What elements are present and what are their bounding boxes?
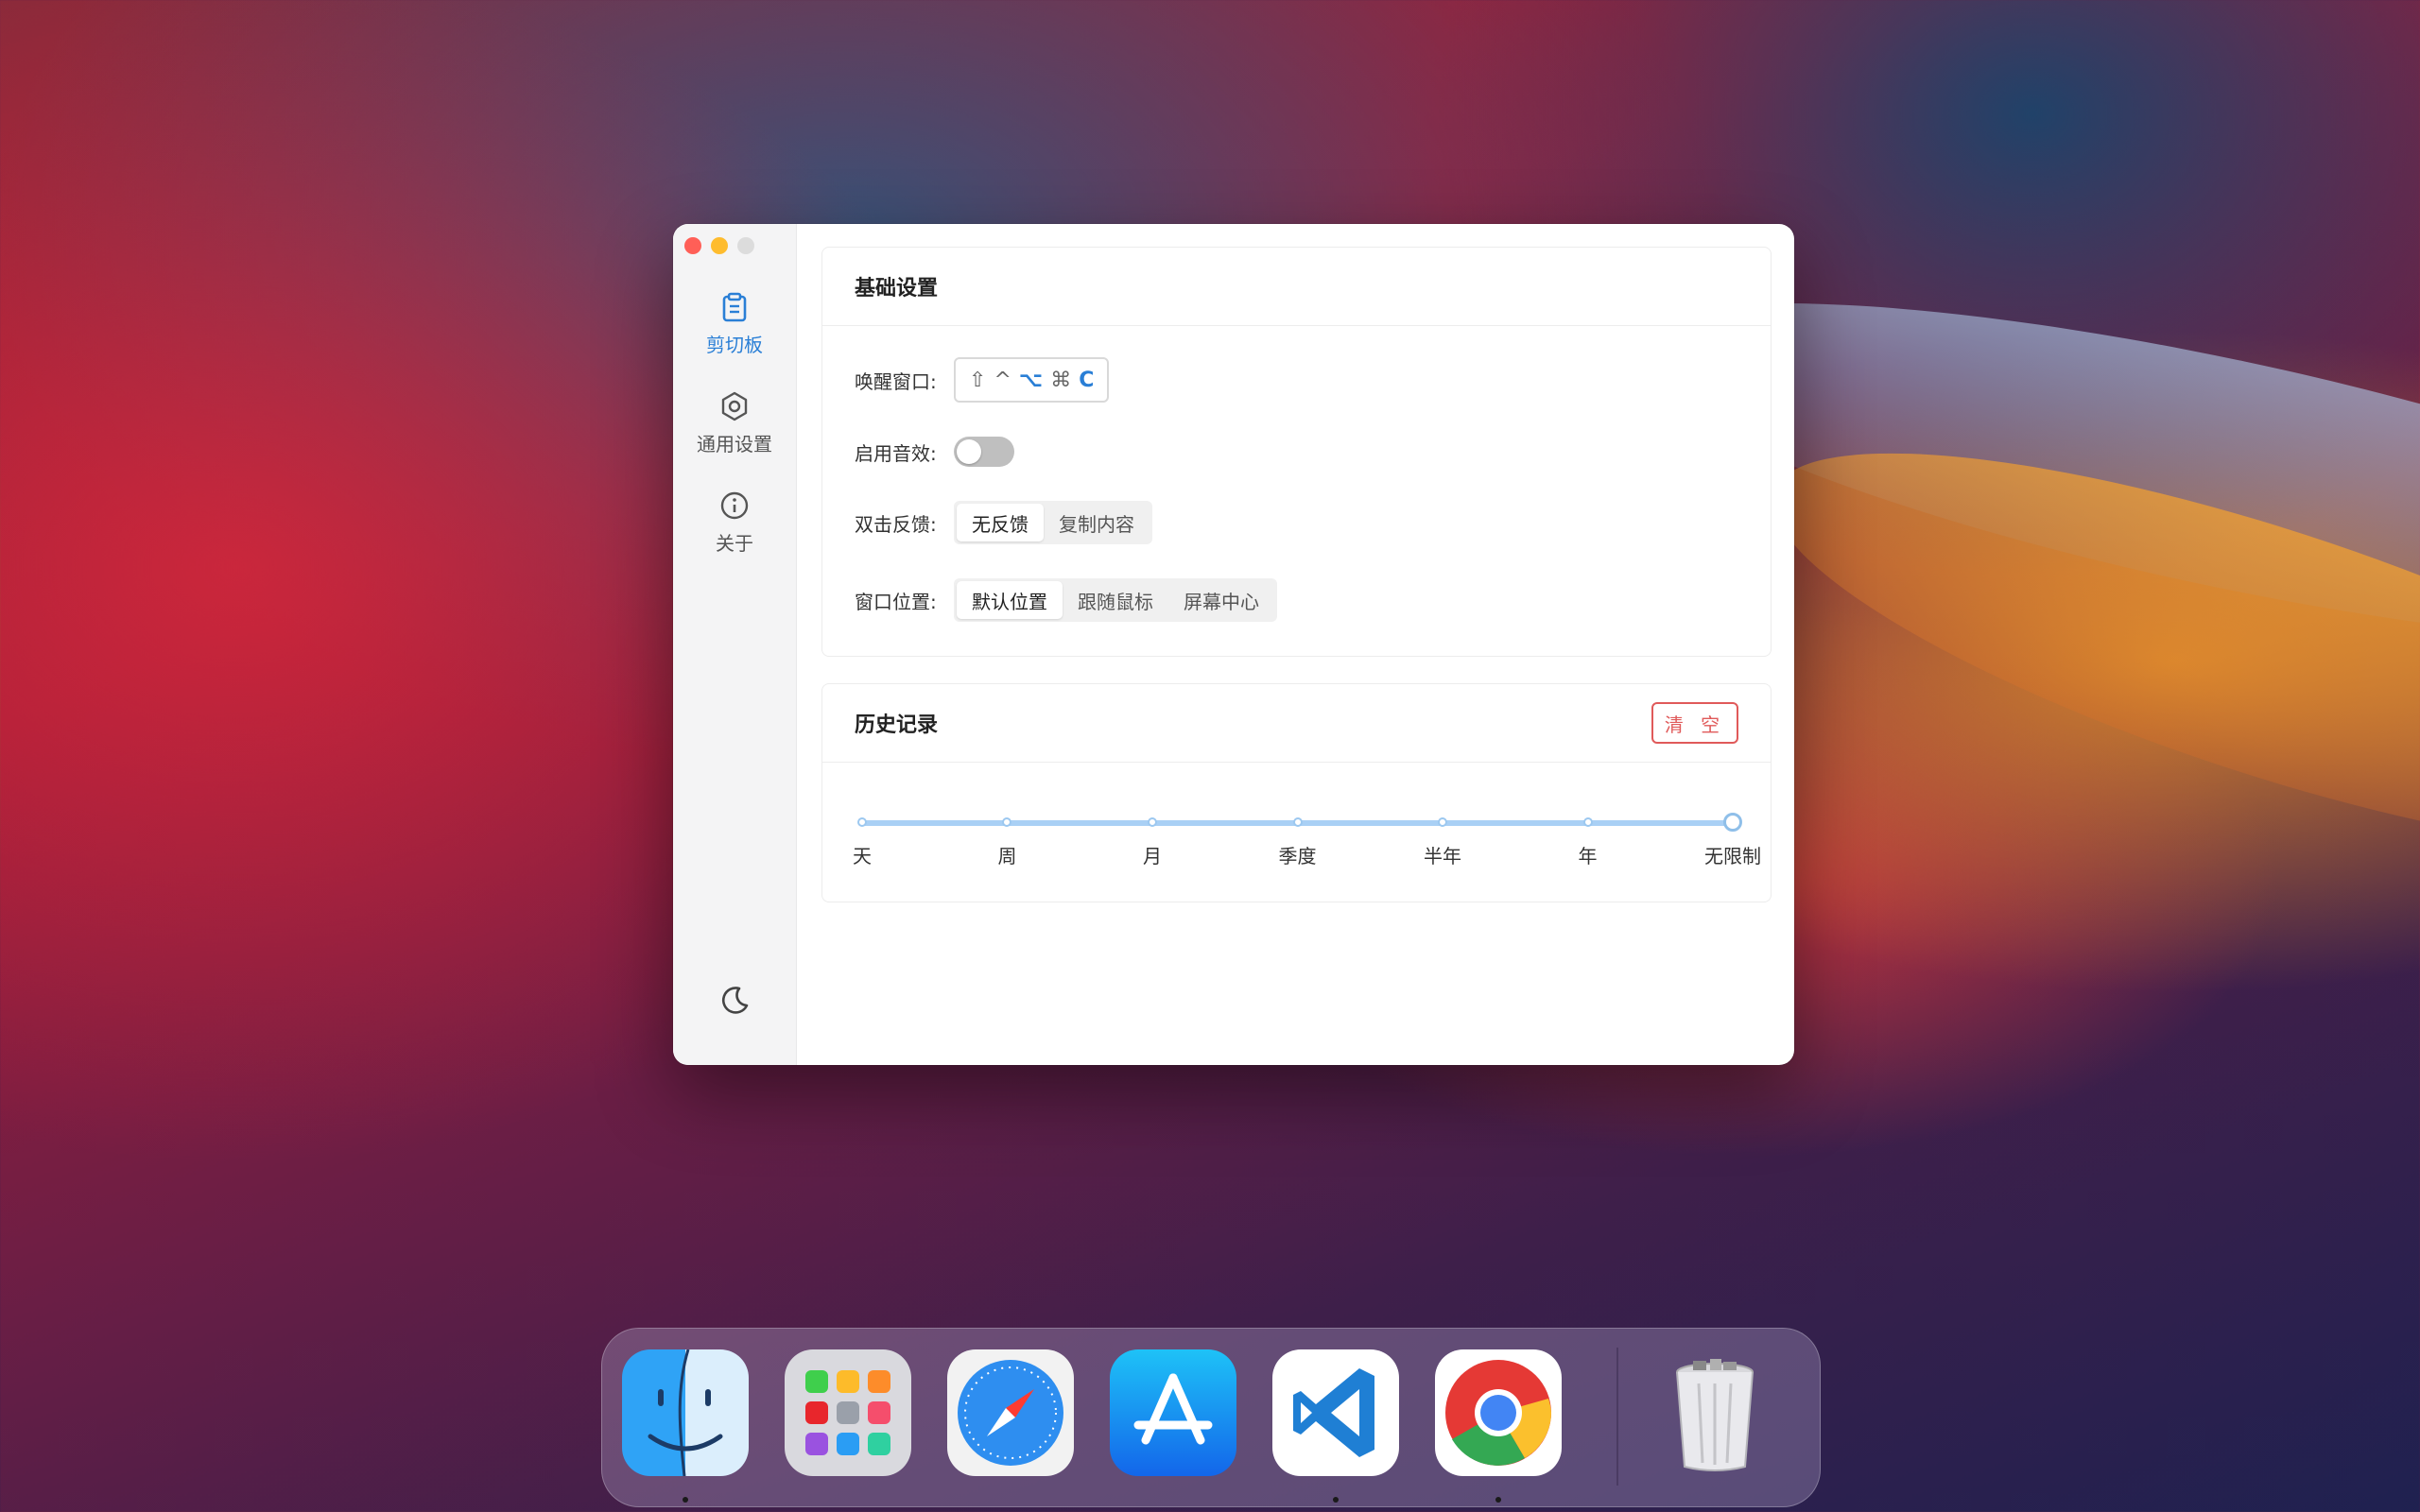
option-default-position[interactable]: 默认位置 [957, 581, 1063, 619]
slider-tick [1582, 817, 1593, 827]
window-position-label: 窗口位置: [855, 590, 937, 613]
option-no-feedback[interactable]: 无反馈 [957, 504, 1044, 541]
launchpad-icon [805, 1370, 890, 1455]
basic-settings-card: 基础设置 唤醒窗口: ⇧ ^ ⌥ ⌘ C 启用音效: 双击反馈: 无反馈 复制内… [821, 247, 1772, 657]
wake-window-label: 唤醒窗口: [855, 369, 937, 393]
sidebar-item-label: 剪切板 [706, 334, 763, 356]
trash-icon [1676, 1359, 1754, 1471]
slider-thumb[interactable] [1723, 813, 1742, 832]
double-click-row: 双击反馈: 无反馈 复制内容 [855, 501, 1152, 544]
command-key: ⌘ [1050, 368, 1072, 392]
slider-mark-label[interactable]: 周 [997, 841, 1016, 868]
sidebar-item-clipboard[interactable]: 剪切板 [673, 290, 796, 357]
option-follow-mouse[interactable]: 跟随鼠标 [1063, 581, 1168, 619]
dock-app-safari[interactable] [947, 1349, 1074, 1476]
dock-trash[interactable] [1651, 1349, 1778, 1476]
card-header: 历史记录 清 空 [822, 684, 1771, 763]
finder-icon [648, 1349, 723, 1476]
dock-app-launchpad[interactable] [785, 1349, 911, 1476]
app-window: 剪切板 通用设置 关于 基础设置 唤醒窗口: ⇧ ^ ⌥ ⌘ C 启用音效: 双… [673, 224, 1794, 1065]
sidebar-item-label: 关于 [716, 532, 753, 555]
running-indicator [1333, 1497, 1339, 1503]
toggle-knob [957, 439, 981, 464]
option-copy-content[interactable]: 复制内容 [1044, 504, 1150, 541]
card-header: 基础设置 [822, 248, 1771, 326]
info-icon [717, 489, 752, 523]
shift-key: ⇧ [969, 368, 987, 392]
sound-toggle[interactable] [954, 437, 1014, 467]
slider-tick [857, 817, 867, 827]
dock-app-finder[interactable] [622, 1349, 749, 1476]
chrome-icon [1445, 1360, 1551, 1466]
dock-app-chrome[interactable] [1435, 1349, 1562, 1476]
letter-key: C [1079, 368, 1095, 392]
slider-mark-label[interactable]: 无限制 [1704, 841, 1761, 868]
history-card: 历史记录 清 空 天 周 月 季度 半年 年 无限制 [821, 683, 1772, 902]
slider-tick [1437, 817, 1447, 827]
control-key: ^ [994, 368, 1011, 392]
option-screen-center[interactable]: 屏幕中心 [1168, 581, 1274, 619]
shortcut-recorder[interactable]: ⇧ ^ ⌥ ⌘ C [954, 357, 1110, 403]
hexagon-settings-icon [717, 389, 752, 423]
slider-tick [1147, 817, 1157, 827]
window-position-segmented: 默认位置 跟随鼠标 屏幕中心 [954, 578, 1277, 622]
vscode-icon [1293, 1368, 1374, 1457]
double-click-segmented: 无反馈 复制内容 [954, 501, 1152, 544]
slider-mark-label[interactable]: 年 [1579, 841, 1598, 868]
moon-icon [721, 987, 749, 1014]
history-duration-slider[interactable]: 天 周 月 季度 半年 年 无限制 [853, 813, 1761, 869]
slider-mark-label[interactable]: 半年 [1424, 841, 1461, 868]
sidebar-item-label: 通用设置 [697, 433, 772, 455]
sound-label: 启用音效: [855, 441, 937, 465]
dock-app-app-store[interactable] [1110, 1349, 1236, 1476]
main-content: 基础设置 唤醒窗口: ⇧ ^ ⌥ ⌘ C 启用音效: 双击反馈: 无反馈 复制内… [797, 224, 1794, 1065]
clipboard-icon [717, 290, 752, 324]
double-click-label: 双击反馈: [855, 512, 937, 536]
running-indicator [1495, 1497, 1501, 1503]
option-key: ⌥ [1018, 368, 1044, 392]
wake-window-row: 唤醒窗口: ⇧ ^ ⌥ ⌘ C [855, 357, 1110, 403]
dock [601, 1328, 1821, 1507]
close-window-button[interactable] [684, 237, 701, 254]
slider-mark-label[interactable]: 天 [853, 841, 872, 868]
app-store-icon [1133, 1373, 1213, 1445]
card-title: 基础设置 [855, 277, 939, 301]
sidebar-item-general-settings[interactable]: 通用设置 [673, 389, 796, 456]
running-indicator [683, 1497, 688, 1503]
window-position-row: 窗口位置: 默认位置 跟随鼠标 屏幕中心 [855, 578, 1277, 622]
dock-app-vscode[interactable] [1272, 1349, 1399, 1476]
dock-divider [1616, 1348, 1618, 1486]
card-title: 历史记录 [855, 713, 939, 737]
sidebar: 剪切板 通用设置 关于 [673, 224, 797, 1065]
traffic-lights [684, 237, 754, 254]
slider-mark-label[interactable]: 月 [1143, 841, 1162, 868]
zoom-window-button[interactable] [737, 237, 754, 254]
clear-history-button[interactable]: 清 空 [1651, 702, 1738, 744]
minimize-window-button[interactable] [711, 237, 728, 254]
sidebar-item-about[interactable]: 关于 [673, 489, 796, 556]
sound-row: 启用音效: [855, 437, 1014, 467]
theme-toggle-button[interactable] [716, 982, 753, 1020]
slider-tick [1292, 817, 1303, 827]
safari-icon [958, 1360, 1063, 1466]
slider-mark-label[interactable]: 季度 [1279, 841, 1317, 868]
